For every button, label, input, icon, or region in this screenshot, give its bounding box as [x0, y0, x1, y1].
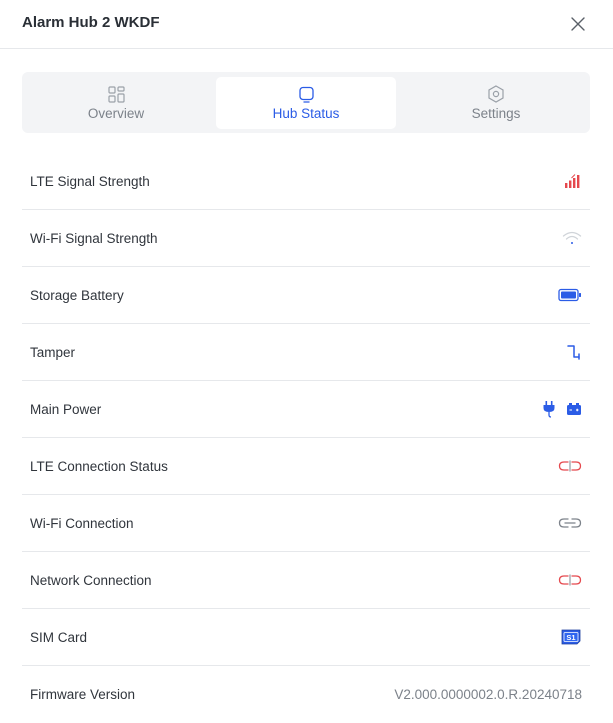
tab-hub-status[interactable]: Hub Status [216, 77, 396, 129]
row-label: Storage Battery [30, 287, 124, 303]
row-label: Firmware Version [30, 687, 136, 702]
row-label: Wi-Fi Connection [30, 515, 134, 531]
tab-bar: Overview Hub Status Settings [22, 72, 590, 133]
tab-label: Overview [87, 106, 145, 121]
row-label: Main Power [30, 401, 102, 417]
status-row-storage-battery: Storage Battery [22, 267, 590, 324]
status-row-lte-connection: LTE Connection Status [22, 438, 590, 495]
status-row-firmware-version: Firmware Version V2.000.0000002.0.R.2024… [22, 666, 590, 723]
row-label: Tamper [30, 344, 76, 360]
modal-title: Alarm Hub 2 WKDF [22, 14, 160, 31]
status-row-wifi-signal: Wi-Fi Signal Strength [22, 210, 590, 267]
status-row-lte-signal: LTE Signal Strength [22, 153, 590, 210]
hub-status-icon [298, 85, 315, 103]
grid-icon [107, 85, 125, 103]
tab-settings[interactable]: Settings [406, 77, 586, 129]
tamper-icon [566, 344, 582, 360]
status-row-main-power: Main Power [22, 381, 590, 438]
close-icon[interactable] [567, 13, 589, 35]
row-label: LTE Connection Status [30, 458, 168, 474]
sim-badge: S1 [566, 633, 576, 642]
link-broken-icon [558, 574, 582, 586]
tab-label: Settings [471, 106, 521, 121]
firmware-value: V2.000.0000002.0.R.20240718 [394, 687, 582, 702]
battery-icon [558, 288, 582, 302]
tab-label: Hub Status [272, 106, 340, 121]
status-row-tamper: Tamper [22, 324, 590, 381]
row-label: LTE Signal Strength [30, 173, 150, 189]
row-label: Network Connection [30, 572, 152, 588]
status-row-wifi-connection: Wi-Fi Connection [22, 495, 590, 552]
plug-icon [542, 400, 556, 418]
row-label: SIM Card [30, 629, 88, 645]
modal-header: Alarm Hub 2 WKDF [0, 0, 613, 49]
status-row-sim-card: SIM Card S1 [22, 609, 590, 666]
power-icons [542, 400, 582, 418]
settings-hexagon-icon [487, 85, 505, 103]
signal-bars-icon [564, 174, 582, 188]
row-label: Wi-Fi Signal Strength [30, 230, 158, 246]
wifi-icon [562, 231, 582, 245]
status-row-network-connection: Network Connection [22, 552, 590, 609]
sim-card-icon: S1 [560, 629, 582, 645]
link-broken-icon [558, 460, 582, 472]
hub-status-list: LTE Signal Strength Wi-Fi Signal Strengt… [22, 153, 590, 723]
battery-pack-icon [566, 402, 582, 416]
tab-overview[interactable]: Overview [26, 77, 206, 129]
link-icon [558, 517, 582, 529]
